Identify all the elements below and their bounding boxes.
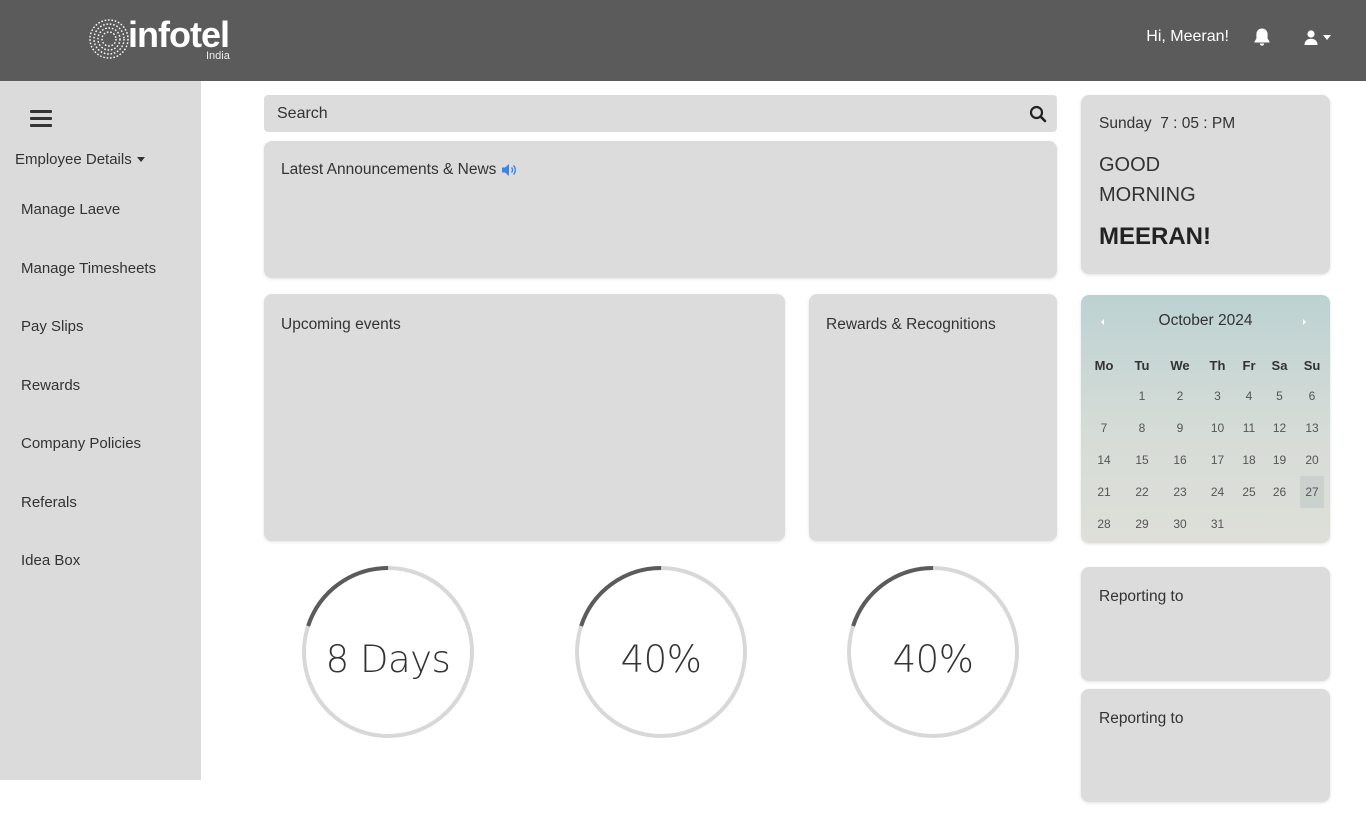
- company-logo[interactable]: infotel India: [88, 14, 248, 64]
- calendar-day[interactable]: 3: [1196, 380, 1239, 412]
- calendar-month-title[interactable]: October 2024: [1081, 312, 1330, 330]
- calendar-day[interactable]: 22: [1120, 476, 1164, 508]
- calendar-weekday-header: Th: [1209, 357, 1226, 373]
- reporting-card: Reporting to: [1081, 689, 1330, 802]
- announcements-card: Latest Announcements & News: [264, 141, 1057, 278]
- sidebar-item-pay-slips[interactable]: Pay Slips: [21, 318, 156, 377]
- calendar-weekday-header: Tu: [1134, 357, 1150, 373]
- calendar-day[interactable]: 8: [1120, 412, 1164, 444]
- bell-icon[interactable]: [1253, 27, 1271, 47]
- calendar-day[interactable]: 31: [1196, 508, 1239, 540]
- calendar-day[interactable]: 24: [1196, 476, 1239, 508]
- calendar-empty-cell: [1239, 508, 1259, 540]
- calendar-day[interactable]: 5: [1259, 380, 1300, 412]
- progress-ring-label: 40%: [892, 637, 974, 681]
- user-name: MEERAN!: [1099, 223, 1211, 250]
- calendar-day[interactable]: 6: [1300, 380, 1324, 412]
- reporting-card: Reporting to: [1081, 567, 1330, 681]
- calendar-weekday-header: Su: [1303, 357, 1321, 373]
- calendar-day[interactable]: 30: [1164, 508, 1196, 540]
- progress-ring: 8 Days: [302, 566, 474, 738]
- top-header: infotel India Hi, Meeran!: [0, 0, 1366, 81]
- chevron-right-icon[interactable]: [1299, 315, 1311, 329]
- calendar-day[interactable]: 10: [1196, 412, 1239, 444]
- calendar-day[interactable]: 21: [1088, 476, 1120, 508]
- calendar-weekday-header: Mo: [1094, 357, 1114, 373]
- calendar-day[interactable]: 28: [1088, 508, 1120, 540]
- progress-ring-label: 8 Days: [325, 637, 451, 681]
- search-bar: [264, 95, 1057, 132]
- current-day-time: Sunday 7 : 05 : PM: [1099, 115, 1235, 133]
- calendar-empty-cell: [1088, 380, 1120, 412]
- calendar-day[interactable]: 18: [1239, 444, 1259, 476]
- calendar-day[interactable]: 26: [1259, 476, 1300, 508]
- logo-subtext: India: [206, 50, 230, 62]
- calendar-day[interactable]: 11: [1239, 412, 1259, 444]
- sidebar-item-referrals[interactable]: Referals: [21, 494, 156, 553]
- upcoming-events-title: Upcoming events: [281, 316, 401, 333]
- speaker-icon: [502, 164, 517, 176]
- search-icon[interactable]: [1029, 105, 1047, 123]
- announcements-title-row: Latest Announcements & News: [281, 161, 518, 179]
- calendar-day[interactable]: 23: [1164, 476, 1196, 508]
- welcome-card: Sunday 7 : 05 : PM GOOD MORNING MEERAN!: [1081, 95, 1330, 274]
- greeting-text: GOOD MORNING: [1099, 154, 1196, 206]
- sidebar-item-idea-box[interactable]: Idea Box: [21, 552, 156, 611]
- sidebar-nav: Manage Laeve Manage Timesheets Pay Slips…: [21, 201, 156, 611]
- sidebar-item-rewards[interactable]: Rewards: [21, 377, 156, 436]
- reporting-title: Reporting to: [1099, 588, 1184, 605]
- sidebar-item-company-policies[interactable]: Company Policies: [21, 435, 156, 494]
- calendar-day[interactable]: 20: [1300, 444, 1324, 476]
- employee-details-label: Employee Details: [15, 151, 132, 168]
- calendar-day[interactable]: 12: [1259, 412, 1300, 444]
- progress-ring: 40%: [575, 566, 747, 738]
- calendar-day[interactable]: 2: [1164, 380, 1196, 412]
- user-greeting: Hi, Meeran!: [1146, 28, 1229, 45]
- calendar-day[interactable]: 15: [1120, 444, 1164, 476]
- calendar-day[interactable]: 29: [1120, 508, 1164, 540]
- announcements-title: Latest Announcements & News: [281, 161, 497, 178]
- calendar-day[interactable]: 19: [1259, 444, 1300, 476]
- calendar-day[interactable]: 25: [1239, 476, 1259, 508]
- user-menu-button[interactable]: [1304, 26, 1338, 48]
- reporting-title: Reporting to: [1099, 710, 1184, 727]
- caret-down-icon: [1323, 34, 1331, 40]
- sidebar-item-manage-leave[interactable]: Manage Laeve: [21, 201, 156, 260]
- calendar-empty-cell: [1300, 508, 1324, 540]
- menu-toggle-icon[interactable]: [30, 110, 52, 127]
- calendar-day[interactable]: 4: [1239, 380, 1259, 412]
- calendar-day[interactable]: 17: [1196, 444, 1239, 476]
- calendar-day[interactable]: 9: [1164, 412, 1196, 444]
- upcoming-events-card: Upcoming events: [264, 294, 785, 541]
- sidebar-item-manage-timesheets[interactable]: Manage Timesheets: [21, 260, 156, 319]
- calendar-weekday-header: Fr: [1242, 357, 1256, 373]
- search-input[interactable]: [264, 95, 1057, 132]
- calendar-day[interactable]: 7: [1088, 412, 1120, 444]
- current-time: 7 : 05 : PM: [1160, 115, 1236, 132]
- calendar-grid: Mo Tu We Th Fr Sa Su 1 2 3 4 5 6 7 8 9 10 11 12 13 14 15 16 17 1…: [1088, 350, 1324, 540]
- calendar-weekday-header: We: [1170, 357, 1190, 373]
- calendar-weekday-header: Sa: [1271, 357, 1288, 373]
- calendar-day[interactable]: 27: [1300, 476, 1324, 508]
- rewards-card: Rewards & Recognitions: [809, 294, 1057, 541]
- progress-ring-label: 40%: [620, 637, 702, 681]
- calendar-empty-cell: [1259, 508, 1300, 540]
- logo-mark-icon: [89, 19, 129, 59]
- calendar-day[interactable]: 14: [1088, 444, 1120, 476]
- calendar-day[interactable]: 16: [1164, 444, 1196, 476]
- rewards-title: Rewards & Recognitions: [826, 316, 996, 333]
- calendar-widget: October 2024 Mo Tu We Th Fr Sa Su 1 2 3 4 5 6 7 8 9 10 11…: [1081, 295, 1330, 543]
- calendar-day[interactable]: 1: [1120, 380, 1164, 412]
- current-day: Sunday: [1099, 115, 1152, 132]
- calendar-day[interactable]: 13: [1300, 412, 1324, 444]
- progress-ring: 40%: [847, 566, 1019, 738]
- sidebar: Employee Details Manage Laeve Manage Tim…: [0, 81, 201, 780]
- user-icon: [1304, 29, 1318, 45]
- caret-down-icon: [136, 157, 145, 162]
- employee-details-dropdown[interactable]: Employee Details: [15, 151, 145, 168]
- calendar-header: October 2024: [1081, 312, 1330, 332]
